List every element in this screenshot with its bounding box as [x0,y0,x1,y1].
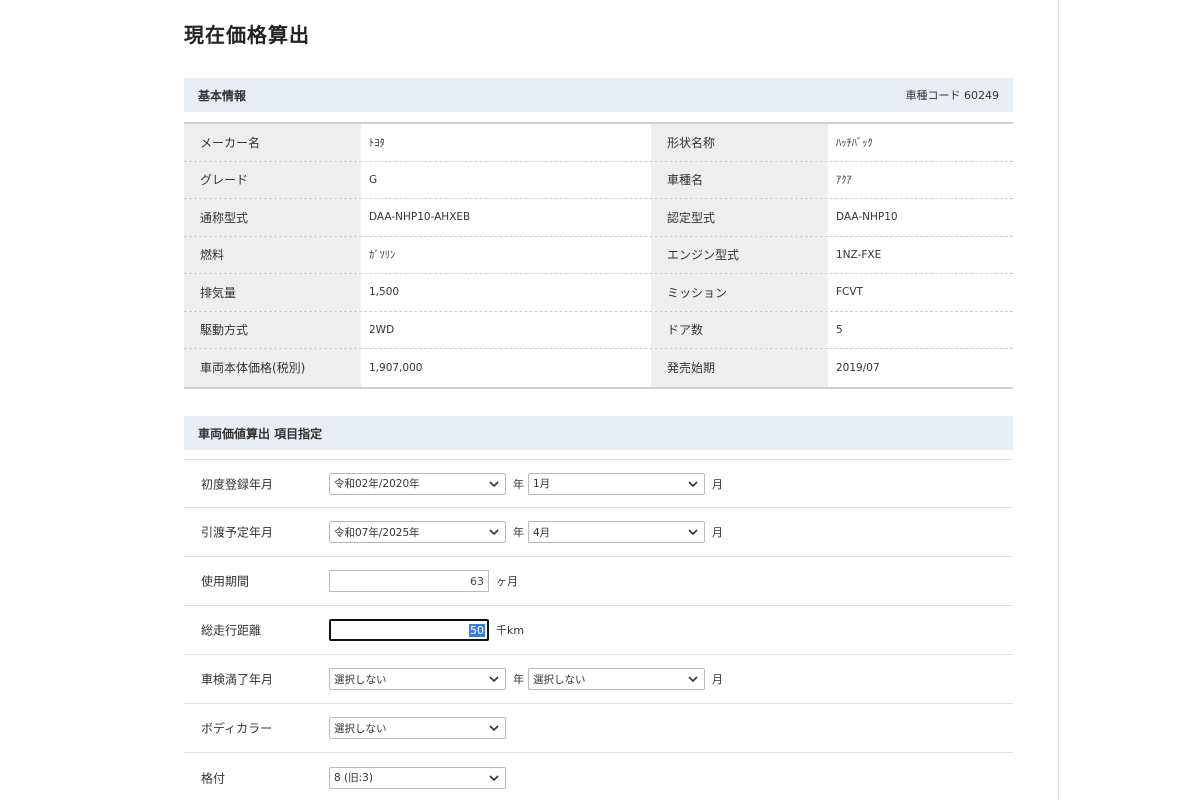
model-name-value: ｱｸｱ [836,174,852,187]
year-unit: 年 [513,477,524,491]
release-date-value: 2019/07 [836,361,880,374]
grade-rank-label: 格付 [201,771,226,785]
body-shape-value: ﾊｯﾁﾊﾞｯｸ [836,136,873,149]
grade-rank-row: 格付 8 (旧:3) [184,753,1013,800]
valuation-header: 車両価値算出 項目指定 [184,416,1013,450]
certified-type-label: 認定型式 [651,199,828,236]
table-row: 通称型式 DAA-NHP10-AHXEB 認定型式 DAA-NHP10 [184,199,1013,237]
chevron-down-icon [688,480,698,487]
inspection-expiry-label: 車検満了年月 [201,672,274,687]
transmission-value: FCVT [836,286,863,299]
chevron-down-icon [489,725,499,732]
valuation-title: 車両価値算出 項目指定 [198,426,323,441]
grade-label: グレード [184,161,361,198]
table-row: 排気量 1,500 ミッション FCVT [184,274,1013,312]
selected-value: 8 (旧:3) [334,772,373,784]
input-value: 63 [470,574,484,588]
transfer-planned-year-select[interactable]: 令和07年/2025年 [329,521,506,543]
basic-info-table: メーカー名 ﾄﾖﾀ 形状名称 ﾊｯﾁﾊﾞｯｸ グレード G 車種名 ｱｸｱ 通称… [184,122,1013,389]
chevron-down-icon [489,774,499,781]
displacement-label: 排気量 [184,274,361,311]
fuel-value: ｶﾞｿﾘﾝ [369,249,396,262]
body-shape-label: 形状名称 [651,124,828,161]
months-unit: ヶ月 [496,575,518,588]
table-row: 駆動方式 2WD ドア数 5 [184,311,1013,349]
doors-label: ドア数 [651,311,828,348]
first-registration-row: 初度登録年月 令和02年/2020年 年 1月 月 [184,459,1013,508]
fuel-label: 燃料 [184,236,361,273]
maker-label: メーカー名 [184,124,361,161]
right-divider [1058,0,1059,800]
usage-period-input[interactable]: 63 [329,570,489,592]
transfer-planned-label: 引渡予定年月 [201,525,274,540]
engine-type-label: エンジン型式 [651,236,828,273]
table-row: グレード G 車種名 ｱｸｱ [184,161,1013,199]
page: 現在価格算出 基本情報 車種コード 60249 メーカー名 ﾄﾖﾀ 形状名称 ﾊ… [0,0,1200,800]
month-unit: 月 [712,477,723,491]
body-color-select[interactable]: 選択しない [329,717,506,739]
common-type-label: 通称型式 [184,199,361,236]
year-unit: 年 [513,526,524,539]
total-mileage-input[interactable]: 50 [329,619,489,641]
chevron-down-icon [489,480,499,487]
maker-value: ﾄﾖﾀ [369,136,385,149]
certified-type-value: DAA-NHP10 [836,211,898,224]
total-mileage-row: 総走行距離 50 千km [184,606,1013,655]
table-row: メーカー名 ﾄﾖﾀ 形状名称 ﾊｯﾁﾊﾞｯｸ [184,124,1013,162]
first-registration-year-select[interactable]: 令和02年/2020年 [329,472,506,495]
chevron-down-icon [489,529,499,536]
transfer-planned-month-select[interactable]: 4月 [528,521,705,543]
selected-value: 選択しない [533,673,586,686]
total-mileage-label: 総走行距離 [201,623,262,638]
displacement-value: 1,500 [369,286,400,299]
selected-value: 4月 [533,526,551,539]
body-color-row: ボディカラー 選択しない [184,704,1013,753]
month-unit: 月 [712,526,723,539]
drive-value: 2WD [369,323,395,336]
selected-value: 令和07年/2025年 [334,526,420,539]
basic-info-title: 基本情報 [198,88,247,103]
release-date-label: 発売始期 [651,349,828,387]
selected-value: 選択しない [334,722,387,735]
usage-period-label: 使用期間 [201,574,250,589]
body-color-label: ボディカラー [201,721,273,736]
common-type-value: DAA-NHP10-AHXEB [369,211,471,224]
page-title: 現在価格算出 [184,23,310,47]
month-unit: 月 [712,673,723,686]
drive-label: 駆動方式 [184,311,361,348]
chevron-down-icon [688,676,698,683]
model-code: 車種コード 60249 [905,89,1000,102]
table-row: 燃料 ｶﾞｿﾘﾝ エンジン型式 1NZ-FXE [184,236,1013,274]
year-unit: 年 [513,673,524,686]
base-price-label: 車両本体価格(税別) [184,349,361,387]
transfer-planned-row: 引渡予定年月 令和07年/2025年 年 4月 月 [184,508,1013,557]
inspection-expiry-month-select[interactable]: 選択しない [528,668,705,690]
chevron-down-icon [688,529,698,536]
model-name-label: 車種名 [651,161,828,198]
first-registration-month-select[interactable]: 1月 [528,472,705,495]
selected-value: 選択しない [334,673,387,686]
engine-type-value: 1NZ-FXE [836,248,882,261]
usage-period-row: 使用期間 63 ヶ月 [184,557,1013,606]
inspection-expiry-year-select[interactable]: 選択しない [329,668,506,690]
inspection-expiry-row: 車検満了年月 選択しない 年 選択しない 月 [184,655,1013,704]
grade-value: G [369,173,378,186]
basic-info-header: 基本情報 車種コード 60249 [184,78,1013,112]
selected-value: 令和02年/2020年 [334,478,420,490]
base-price-value: 1,907,000 [369,361,423,374]
km-unit: 千km [496,624,525,637]
table-row: 車両本体価格(税別) 1,907,000 発売始期 2019/07 [184,349,1013,387]
chevron-down-icon [489,676,499,683]
first-registration-label: 初度登録年月 [201,477,274,491]
input-value: 50 [469,623,485,637]
doors-value: 5 [836,323,843,336]
selected-value: 1月 [533,478,551,490]
transmission-label: ミッション [651,274,828,311]
grade-rank-select[interactable]: 8 (旧:3) [329,766,506,789]
